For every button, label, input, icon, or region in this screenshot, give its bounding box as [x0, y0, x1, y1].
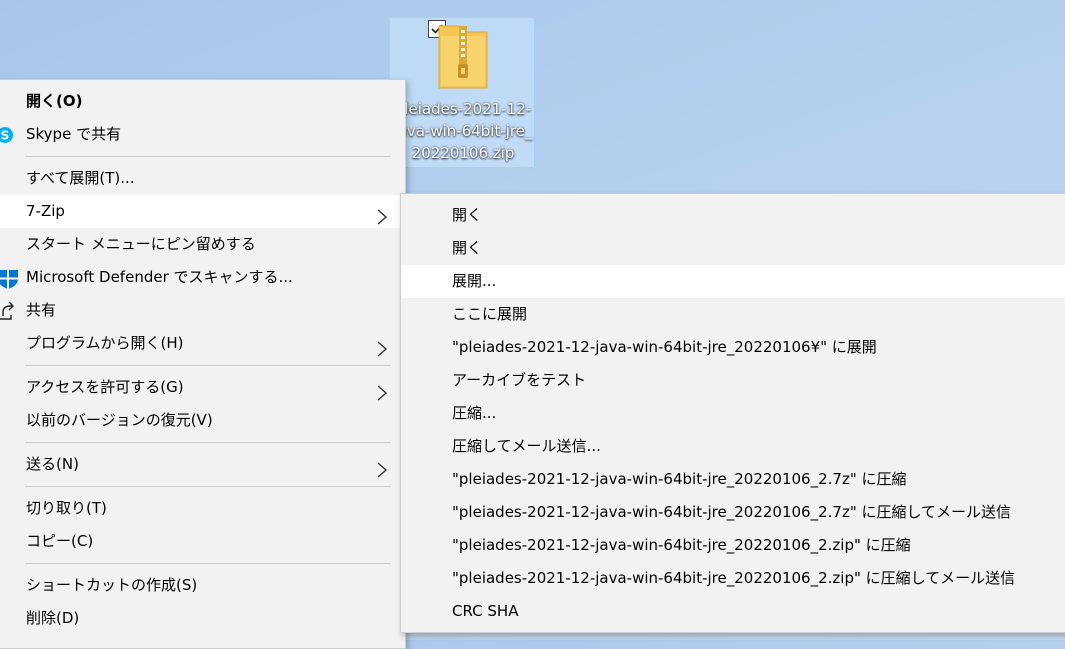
menu-item-restore-previous-versions[interactable]: 以前のバージョンの復元(V) [0, 404, 405, 437]
sevenzip-submenu: 開く 開く 展開... ここに展開 "pleiades-2021-12-java… [400, 193, 1065, 633]
menu-separator [25, 563, 391, 564]
menu-item-delete[interactable]: 削除(D) [0, 602, 405, 635]
menu-separator [25, 442, 391, 443]
submenu-item-extract[interactable]: 展開... [401, 265, 1065, 298]
submenu-item-open[interactable]: 開く [401, 199, 1065, 232]
submenu-item-extract-to-folder[interactable]: "pleiades-2021-12-java-win-64bit-jre_202… [401, 331, 1065, 364]
submenu-item-extract-here[interactable]: ここに展開 [401, 298, 1065, 331]
menu-item-defender-scan[interactable]: Microsoft Defender でスキャンする... [0, 261, 405, 294]
menu-item-give-access[interactable]: アクセスを許可する(G) [0, 371, 405, 404]
file-name-label: pleiades-2021-12- java-win-64bit-jre_ 20… [393, 100, 533, 162]
menu-separator [25, 156, 391, 157]
menu-item-send-to[interactable]: 送る(N) [0, 448, 405, 481]
menu-item-skype-share[interactable]: S Skype で共有 [0, 118, 405, 151]
submenu-item-open-archive[interactable]: 開く [401, 232, 1065, 265]
submenu-item-compress-to-7z-and-email[interactable]: "pleiades-2021-12-java-win-64bit-jre_202… [401, 496, 1065, 529]
chevron-right-icon [375, 336, 389, 357]
menu-item-7zip[interactable]: 7-Zip [0, 195, 405, 228]
skype-icon: S [0, 118, 21, 151]
chevron-right-icon [375, 457, 389, 478]
menu-item-copy[interactable]: コピー(C) [0, 525, 405, 558]
submenu-item-compress-to-zip-and-email[interactable]: "pleiades-2021-12-java-win-64bit-jre_202… [401, 562, 1065, 595]
submenu-item-add-to-archive[interactable]: 圧縮... [401, 397, 1065, 430]
zip-folder-icon [435, 22, 491, 96]
chevron-right-icon [375, 380, 389, 401]
menu-item-share[interactable]: 共有 [0, 294, 405, 327]
menu-separator [25, 486, 391, 487]
submenu-item-test-archive[interactable]: アーカイブをテスト [401, 364, 1065, 397]
menu-separator [25, 365, 391, 366]
svg-text:S: S [1, 129, 10, 143]
context-menu: 開く(O) S Skype で共有 すべて展開(T)... 7-Zip スタート… [0, 79, 406, 649]
menu-item-cut[interactable]: 切り取り(T) [0, 492, 405, 525]
menu-item-extract-all[interactable]: すべて展開(T)... [0, 162, 405, 195]
share-icon [0, 294, 21, 327]
submenu-item-crc-sha[interactable]: CRC SHA [401, 595, 1065, 628]
defender-shield-icon [0, 261, 21, 294]
chevron-right-icon [375, 204, 389, 225]
desktop-zip-file[interactable]: pleiades-2021-12- java-win-64bit-jre_ 20… [389, 17, 535, 168]
menu-item-pin-start[interactable]: スタート メニューにピン留めする [0, 228, 405, 261]
submenu-item-compress-to-zip[interactable]: "pleiades-2021-12-java-win-64bit-jre_202… [401, 529, 1065, 562]
submenu-item-compress-and-email[interactable]: 圧縮してメール送信... [401, 430, 1065, 463]
menu-item-open-with[interactable]: プログラムから開く(H) [0, 327, 405, 360]
menu-item-create-shortcut[interactable]: ショートカットの作成(S) [0, 569, 405, 602]
submenu-item-compress-to-7z[interactable]: "pleiades-2021-12-java-win-64bit-jre_202… [401, 463, 1065, 496]
menu-item-open[interactable]: 開く(O) [0, 85, 405, 118]
